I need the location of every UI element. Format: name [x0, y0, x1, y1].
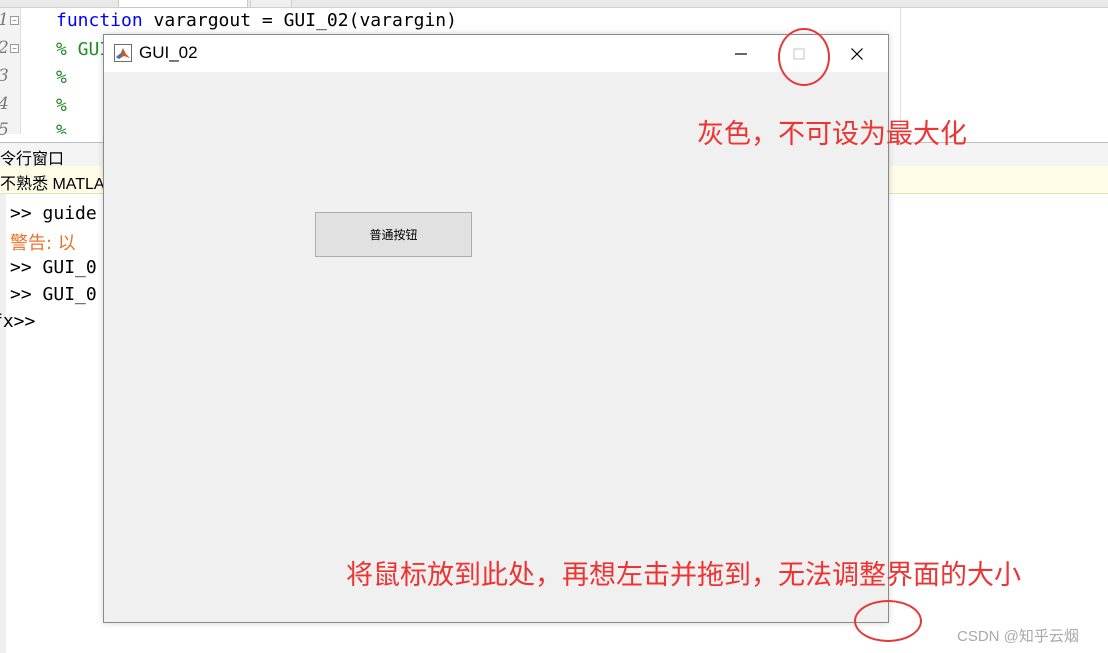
- line-number-gutter: 1 − 2 − 3 4 5: [0, 8, 21, 140]
- prompt: >>: [10, 203, 32, 224]
- line-number: 4: [0, 94, 18, 114]
- code-line[interactable]: function varargout = GUI_02(varargin): [56, 10, 457, 32]
- close-icon: [851, 47, 863, 60]
- annotation-circle-resize-corner: [854, 600, 922, 642]
- code-comment[interactable]: %: [56, 121, 67, 134]
- window-title: GUI_02: [139, 43, 198, 62]
- fold-toggle-icon[interactable]: −: [10, 16, 19, 25]
- command-prompt-line[interactable]: fx>>: [0, 311, 35, 332]
- prompt: fx>>: [0, 311, 36, 332]
- code-text: varargout = GUI_02(varargin): [142, 10, 457, 31]
- minimize-button[interactable]: [718, 35, 764, 72]
- gui-title-bar[interactable]: GUI_02: [104, 35, 888, 72]
- prompt: >>: [10, 257, 32, 278]
- matlab-logo-icon: [114, 44, 132, 62]
- watermark: CSDN @知乎云烟: [957, 628, 1079, 645]
- command-text: GUI_0: [31, 257, 97, 278]
- warning-line: 警告: 以: [10, 233, 76, 254]
- command-text: GUI_0: [31, 284, 97, 305]
- annotation-circle-maximize: [778, 28, 830, 86]
- line-number: 5: [0, 120, 18, 140]
- push-button[interactable]: 普通按钮: [315, 212, 472, 257]
- annotation-resize-note: 将鼠标放到此处，再想左击并拖到，无法调整界面的大小: [346, 560, 1021, 591]
- editor-tab-active[interactable]: [118, 0, 248, 8]
- code-comment[interactable]: %: [56, 95, 67, 117]
- editor-tab-bar: [0, 0, 1108, 8]
- command-history-line: >> GUI_0: [10, 257, 97, 278]
- prompt: >>: [10, 284, 32, 305]
- command-history-line: >> guide: [10, 203, 97, 224]
- command-history-line: >> GUI_0: [10, 284, 97, 305]
- command-text: guide: [31, 203, 97, 224]
- close-button[interactable]: [834, 35, 880, 72]
- annotation-maximize-note: 灰色，不可设为最大化: [697, 119, 967, 150]
- code-keyword: function: [56, 10, 143, 31]
- code-comment[interactable]: %: [56, 67, 67, 89]
- editor-tab[interactable]: [250, 0, 292, 8]
- line-number: 3: [0, 66, 18, 86]
- banner-text[interactable]: 不熟悉 MATLA: [0, 170, 105, 194]
- fold-toggle-icon[interactable]: −: [10, 44, 19, 53]
- minimize-icon: [735, 52, 747, 55]
- command-window-gutter: [0, 194, 6, 653]
